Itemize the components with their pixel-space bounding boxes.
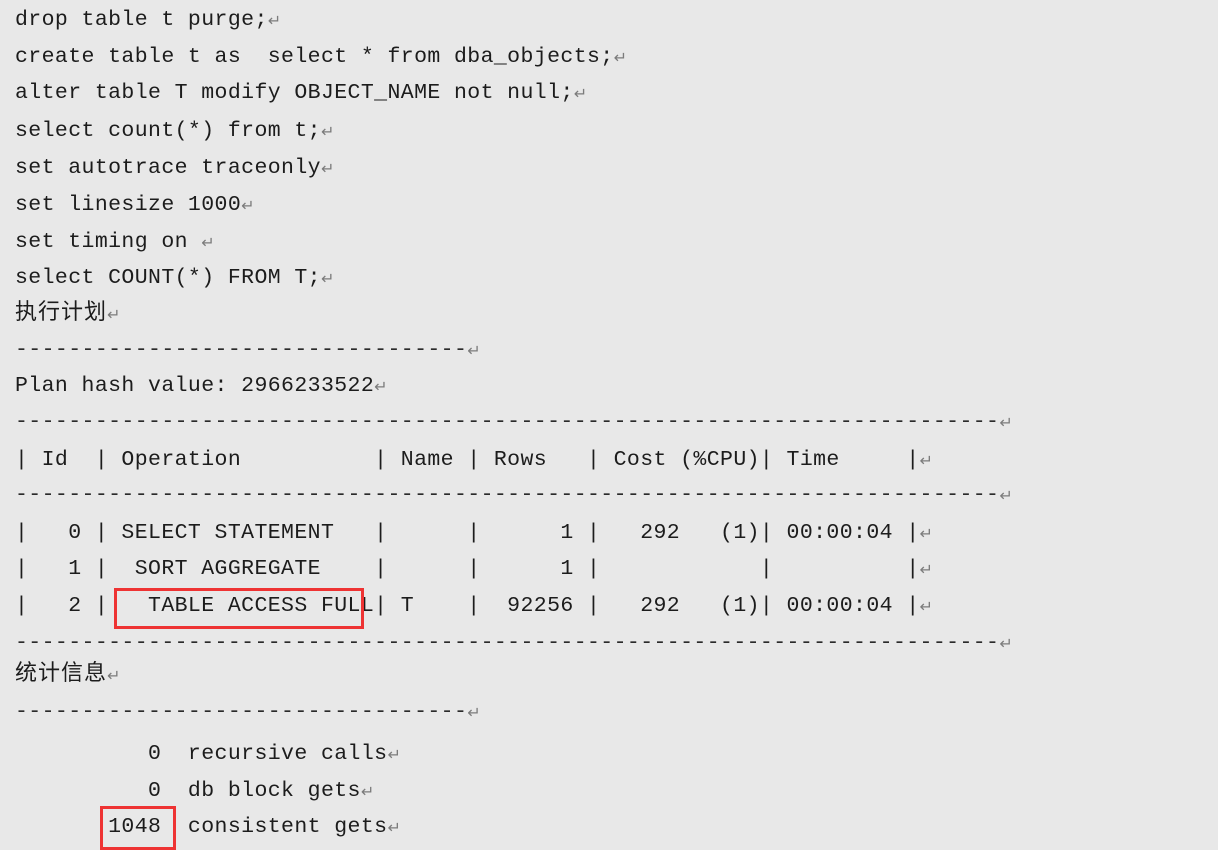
paragraph-mark-icon: ↵ xyxy=(107,305,121,324)
paragraph-mark-icon: ↵ xyxy=(999,634,1013,653)
statistics-entry-text: 0 recursive calls xyxy=(15,742,388,766)
sql-text: drop table t purge; xyxy=(15,8,268,32)
rule-text: ---------------------------------- xyxy=(15,338,468,362)
paragraph-mark-icon: ↵ xyxy=(241,196,255,215)
paragraph-mark-icon: ↵ xyxy=(320,122,335,141)
row-text: | 1 | SORT AGGREGATE | | 1 | | | xyxy=(15,557,920,581)
plan-hash-text: Plan hash value: 2966233522 xyxy=(15,374,375,398)
sql-line-drop-table: drop table t purge;↵ xyxy=(15,8,281,32)
sql-line-set-timing: set timing on ↵ xyxy=(15,230,215,254)
heading-text: 统计信息 xyxy=(15,661,108,686)
sql-text: select count(*) from t; xyxy=(15,119,321,143)
sql-line-set-linesize: set linesize 1000↵ xyxy=(15,193,255,217)
rule-text: ----------------------------------------… xyxy=(15,483,1000,507)
paragraph-mark-icon: ↵ xyxy=(387,745,401,764)
sql-text: set linesize 1000 xyxy=(15,193,242,217)
paragraph-mark-icon: ↵ xyxy=(320,159,335,178)
paragraph-mark-icon: ↵ xyxy=(467,341,481,360)
sql-line-alter-table: alter table T modify OBJECT_NAME not nul… xyxy=(15,81,587,105)
paragraph-mark-icon: ↵ xyxy=(107,666,121,685)
execution-plan-heading: 执行计划↵ xyxy=(15,301,120,325)
statistics-heading-rule: ----------------------------------↵ xyxy=(15,700,481,724)
header-text: | Id | Operation | Name | Rows | Cost (%… xyxy=(15,448,920,472)
paragraph-mark-icon: ↵ xyxy=(919,597,933,616)
paragraph-mark-icon: ↵ xyxy=(919,560,933,579)
statistics-entry-text: 0 db block gets xyxy=(15,779,361,803)
paragraph-mark-icon: ↵ xyxy=(613,48,628,67)
statistics-entry-db-block-gets: 0 db block gets↵ xyxy=(15,779,374,803)
plan-hash-value: Plan hash value: 2966233522↵ xyxy=(15,374,388,398)
sql-text: set autotrace traceonly xyxy=(15,156,321,180)
sql-line-select-count: select count(*) from t;↵ xyxy=(15,119,334,143)
sql-text: create table t as select * from dba_obje… xyxy=(15,45,614,69)
sql-text: alter table T modify OBJECT_NAME not nul… xyxy=(15,81,574,105)
statistics-entry-text: 1048 consistent gets xyxy=(15,815,388,839)
paragraph-mark-icon: ↵ xyxy=(320,269,335,288)
plan-table-row: | 2 | TABLE ACCESS FULL| T | 92256 | 292… xyxy=(15,594,933,618)
rule-text: ----------------------------------------… xyxy=(15,631,1000,655)
sqlplus-transcript-page: drop table t purge;↵ create table t as s… xyxy=(0,0,1218,850)
plan-table-top-rule: ----------------------------------------… xyxy=(15,410,1013,434)
sql-line-create-table: create table t as select * from dba_obje… xyxy=(15,45,627,69)
row-text: | 0 | SELECT STATEMENT | | 1 | 292 (1)| … xyxy=(15,521,920,545)
paragraph-mark-icon: ↵ xyxy=(999,413,1013,432)
plan-table-mid-rule: ----------------------------------------… xyxy=(15,483,1013,507)
plan-table-row: | 1 | SORT AGGREGATE | | 1 | | |↵ xyxy=(15,557,933,581)
sql-line-set-autotrace: set autotrace traceonly↵ xyxy=(15,156,334,180)
paragraph-mark-icon: ↵ xyxy=(360,782,375,801)
execution-plan-heading-rule: ----------------------------------↵ xyxy=(15,338,481,362)
rule-text: ----------------------------------------… xyxy=(15,410,1000,434)
paragraph-mark-icon: ↵ xyxy=(467,703,481,722)
sql-text: set timing on xyxy=(15,230,202,254)
plan-table-bottom-rule: ----------------------------------------… xyxy=(15,631,1013,655)
sql-line-select-count-upper: select COUNT(*) FROM T;↵ xyxy=(15,266,334,290)
paragraph-mark-icon: ↵ xyxy=(573,84,588,103)
paragraph-mark-icon: ↵ xyxy=(387,818,401,837)
statistics-entry-recursive-calls: 0 recursive calls↵ xyxy=(15,742,401,766)
statistics-entry-consistent-gets: 1048 consistent gets↵ xyxy=(15,815,401,839)
rule-text: ---------------------------------- xyxy=(15,700,468,724)
paragraph-mark-icon: ↵ xyxy=(201,233,215,252)
paragraph-mark-icon: ↵ xyxy=(999,486,1013,505)
plan-table-row: | 0 | SELECT STATEMENT | | 1 | 292 (1)| … xyxy=(15,521,933,545)
sql-text: select COUNT(*) FROM T; xyxy=(15,266,321,290)
paragraph-mark-icon: ↵ xyxy=(374,377,388,396)
plan-table-header-row: | Id | Operation | Name | Rows | Cost (%… xyxy=(15,448,933,472)
paragraph-mark-icon: ↵ xyxy=(919,524,933,543)
paragraph-mark-icon: ↵ xyxy=(919,451,933,470)
row-text: | 2 | TABLE ACCESS FULL| T | 92256 | 292… xyxy=(15,594,920,618)
paragraph-mark-icon: ↵ xyxy=(267,11,282,30)
heading-text: 执行计划 xyxy=(15,300,108,325)
statistics-heading: 统计信息↵ xyxy=(15,662,120,686)
